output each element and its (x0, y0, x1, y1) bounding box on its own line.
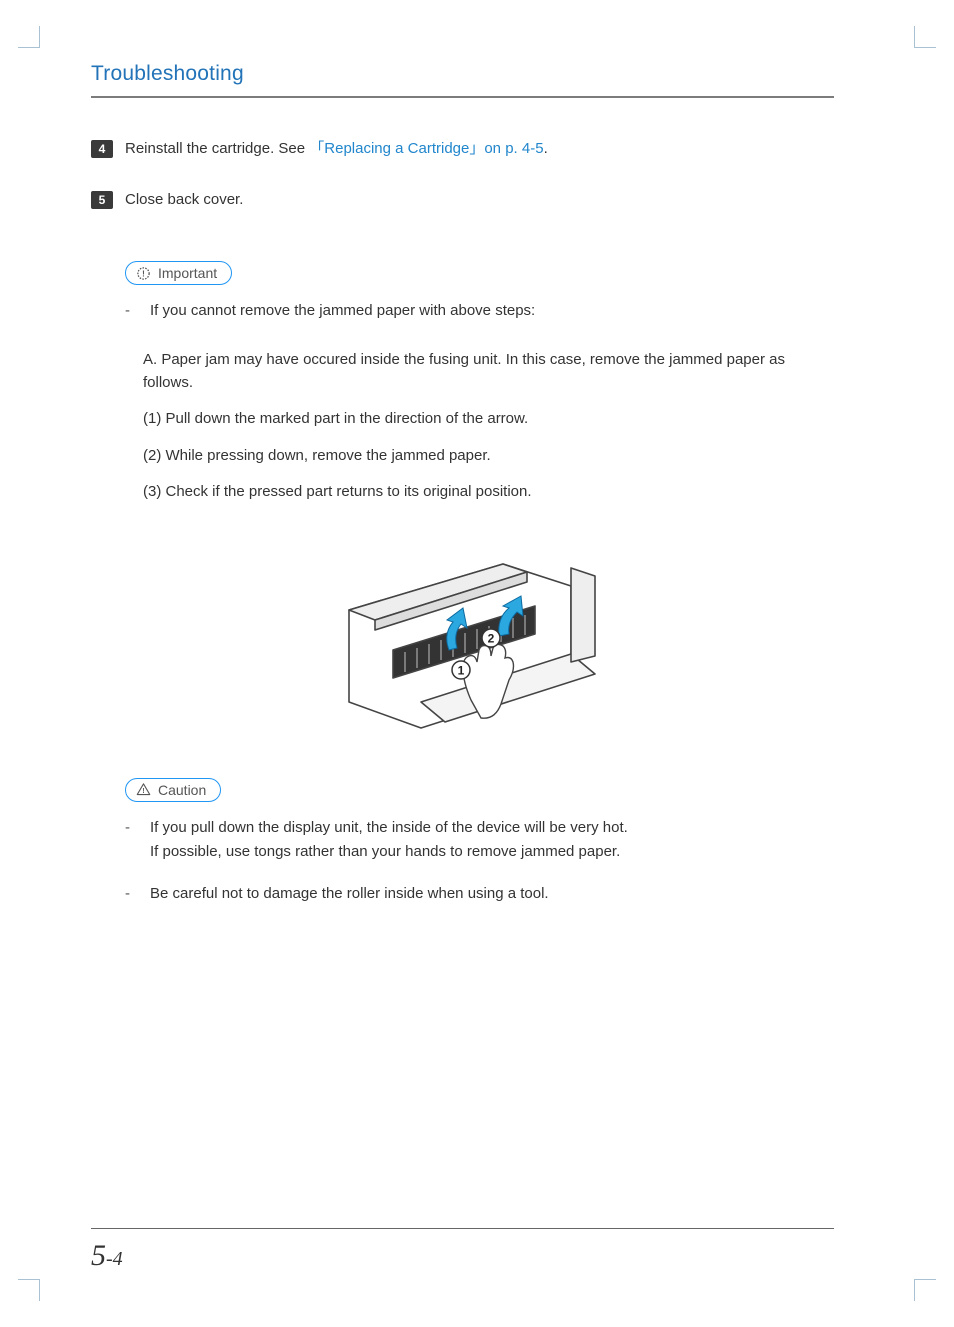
caution-icon: ! (136, 782, 151, 797)
note-text: Be careful not to damage the roller insi… (150, 882, 549, 906)
crop-mark-bl (18, 1279, 40, 1301)
bullet-dash: - (125, 816, 130, 864)
note-text: If you cannot remove the jammed paper wi… (150, 299, 535, 323)
step-number-badge: 5 (91, 191, 113, 209)
note-item: - Be careful not to damage the roller in… (125, 882, 834, 906)
note-item: - If you pull down the display unit, the… (125, 816, 834, 864)
svg-text:1: 1 (457, 663, 464, 677)
important-label: Important (158, 265, 217, 281)
svg-text:2: 2 (487, 631, 494, 645)
note-line-2: If possible, use tongs rather than your … (150, 843, 620, 860)
substep-2: (2) While pressing down, remove the jamm… (143, 445, 834, 468)
printer-diagram: 1 2 (91, 532, 834, 742)
step-text: Close back cover. (125, 189, 243, 212)
step-5: 5 Close back cover. (91, 189, 834, 212)
substep-a: A. Paper jam may have occured inside the… (143, 349, 834, 394)
step-suffix: . (544, 140, 548, 157)
crop-mark-tl (18, 26, 40, 48)
note-text: If you pull down the display unit, the i… (150, 816, 628, 864)
caution-callout: ! Caution (125, 778, 221, 802)
substep-1: (1) Pull down the marked part in the dir… (143, 408, 834, 431)
important-substeps: A. Paper jam may have occured inside the… (143, 349, 834, 504)
page-number: 5-4 (91, 1239, 123, 1272)
note-item: - If you cannot remove the jammed paper … (125, 299, 834, 323)
important-icon: ! (136, 266, 151, 281)
crop-mark-br (914, 1279, 936, 1301)
page-content: Troubleshooting 4 Reinstall the cartridg… (91, 62, 834, 1265)
page-major: 5 (91, 1239, 106, 1272)
svg-text:!: ! (142, 788, 144, 795)
caution-label: Caution (158, 782, 206, 798)
page-title: Troubleshooting (91, 62, 834, 98)
note-line-1: If you pull down the display unit, the i… (150, 819, 628, 836)
important-notes: - If you cannot remove the jammed paper … (125, 299, 834, 323)
caution-notes: - If you pull down the display unit, the… (125, 816, 834, 906)
cross-reference-link[interactable]: 「Replacing a Cartridge」on p. 4-5 (309, 140, 543, 157)
substep-3: (3) Check if the pressed part returns to… (143, 481, 834, 504)
crop-mark-tr (914, 26, 936, 48)
bullet-dash: - (125, 299, 130, 323)
step-prefix: Reinstall the cartridge. See (125, 140, 309, 157)
step-text: Reinstall the cartridge. See 「Replacing … (125, 138, 548, 161)
page-footer: 5-4 (91, 1228, 834, 1273)
important-callout: ! Important (125, 261, 232, 285)
page-minor: 4 (113, 1248, 123, 1270)
svg-text:!: ! (142, 269, 145, 278)
page-sep: - (106, 1248, 113, 1270)
bullet-dash: - (125, 882, 130, 906)
step-number-badge: 4 (91, 140, 113, 158)
step-4: 4 Reinstall the cartridge. See 「Replacin… (91, 138, 834, 161)
